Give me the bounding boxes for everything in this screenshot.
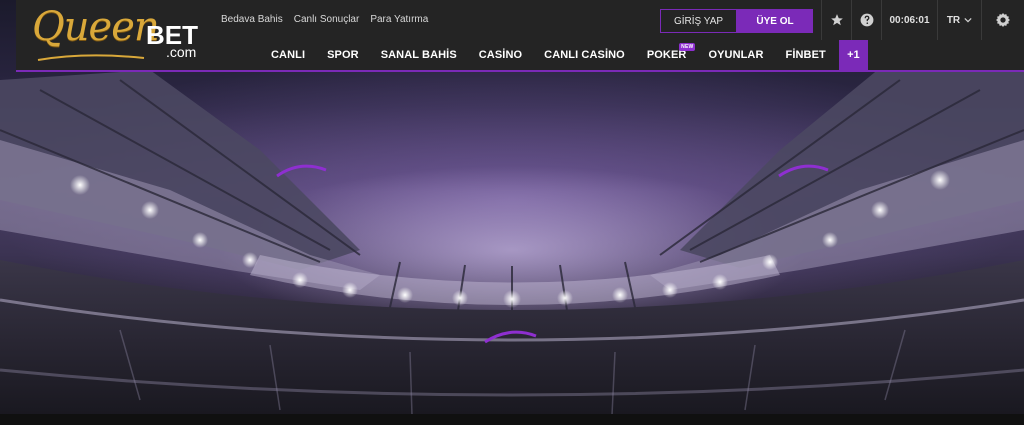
nav-games[interactable]: OYUNLAR bbox=[697, 40, 774, 70]
logo-suffix-text: .com bbox=[166, 44, 197, 60]
nav-label: OYUNLAR bbox=[708, 49, 764, 61]
help-circle-icon bbox=[860, 13, 873, 27]
help-button[interactable] bbox=[851, 0, 881, 40]
main-navigation: CANLI SPOR SANAL BAHİS CASİNO CANLI CASİ… bbox=[260, 40, 868, 70]
nav-label: CANLI bbox=[271, 49, 306, 61]
new-badge: NEW bbox=[679, 43, 696, 51]
site-header: Queen BET .com Bedava Bahis Canlı Sonuçl… bbox=[16, 0, 1024, 72]
link-deposit[interactable]: Para Yatırma bbox=[370, 14, 428, 25]
settings-button[interactable] bbox=[981, 0, 1024, 40]
favorites-button[interactable] bbox=[821, 0, 851, 40]
nav-casino[interactable]: CASİNO bbox=[468, 40, 533, 70]
nav-virtual-betting[interactable]: SANAL BAHİS bbox=[370, 40, 468, 70]
language-text: TR bbox=[946, 14, 961, 26]
nav-label: CASİNO bbox=[478, 49, 523, 61]
nav-live-casino[interactable]: CANLI CASİNO bbox=[533, 40, 636, 70]
nav-live[interactable]: CANLI bbox=[260, 40, 316, 70]
nav-poker[interactable]: POKER NEW bbox=[636, 40, 698, 70]
register-button[interactable]: ÜYE OL bbox=[737, 9, 813, 33]
logo-swoosh-icon bbox=[37, 54, 145, 61]
star-icon bbox=[830, 14, 843, 26]
link-live-results[interactable]: Canlı Sonuçlar bbox=[294, 14, 360, 25]
login-button[interactable]: GİRİŞ YAP bbox=[660, 9, 737, 33]
language-selector[interactable]: TR bbox=[937, 0, 981, 40]
link-free-bet[interactable]: Bedava Bahis bbox=[221, 14, 283, 25]
clock-text: 00:06:01 bbox=[889, 14, 930, 26]
nav-label: FİNBET bbox=[785, 49, 826, 61]
nav-finbet[interactable]: FİNBET bbox=[775, 40, 837, 70]
nav-sports[interactable]: SPOR bbox=[316, 40, 370, 70]
bottom-bar bbox=[0, 414, 1024, 425]
gear-icon bbox=[996, 13, 1010, 27]
nav-more-button[interactable]: +1 bbox=[838, 40, 868, 70]
top-links: Bedava Bahis Canlı Sonuçlar Para Yatırma bbox=[221, 14, 428, 25]
nav-label: SANAL BAHİS bbox=[380, 49, 457, 61]
session-clock: 00:06:01 bbox=[881, 0, 937, 40]
queenbet-logo[interactable]: Queen BET .com bbox=[28, 4, 228, 66]
nav-label: CANLI CASİNO bbox=[544, 49, 625, 61]
auth-buttons: GİRİŞ YAP ÜYE OL bbox=[660, 9, 813, 33]
logo-script-text: Queen bbox=[32, 4, 160, 50]
nav-label: SPOR bbox=[327, 49, 359, 61]
chevron-down-icon bbox=[964, 17, 972, 23]
